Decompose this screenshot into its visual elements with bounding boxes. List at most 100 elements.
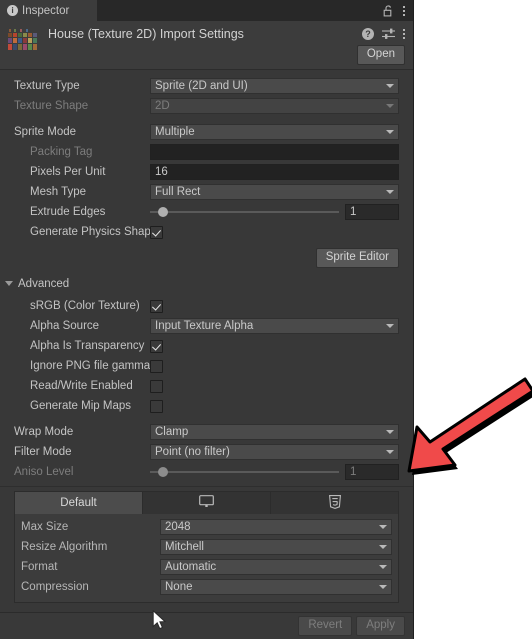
screenshot-root: i Inspector House (Texture 2D) Import Se… xyxy=(0,0,532,639)
kebab-menu-icon[interactable] xyxy=(403,5,405,16)
sprite-editor-button[interactable]: Sprite Editor xyxy=(315,248,399,269)
asset-header: House (Texture 2D) Import Settings ? Ope… xyxy=(0,21,413,70)
chevron-down-icon xyxy=(386,190,394,194)
platform-tab-standalone[interactable] xyxy=(143,492,271,515)
mesh-type-value: Full Rect xyxy=(155,186,201,198)
aniso-level-slider xyxy=(150,467,339,478)
filter-mode-dropdown[interactable]: Point (no filter) xyxy=(150,444,399,461)
row-format: Format Automatic xyxy=(15,557,398,577)
tab-inspector-label: Inspector xyxy=(22,4,70,17)
ignore-png-gamma-checkbox[interactable] xyxy=(150,359,163,373)
row-generate-physics-shape: Generate Physics Shape xyxy=(0,222,413,242)
read-write-enabled-checkbox[interactable] xyxy=(150,379,163,393)
header-actions: ? xyxy=(362,28,405,40)
label-max-size: Max Size xyxy=(21,521,69,534)
extrude-edges-slider[interactable] xyxy=(150,207,339,217)
preset-icon[interactable] xyxy=(382,28,395,40)
apply-button[interactable]: Apply xyxy=(356,615,405,637)
texture-shape-dropdown: 2D xyxy=(150,98,399,114)
slider-knob[interactable] xyxy=(158,207,169,217)
compression-value: None xyxy=(165,581,193,594)
texture-type-value: Sprite (2D and UI) xyxy=(155,80,248,92)
aniso-level-value: 1 xyxy=(350,466,357,479)
platform-tab-default-label: Default xyxy=(60,497,97,510)
label-alpha-source: Alpha Source xyxy=(30,320,100,333)
platform-tab-default[interactable]: Default xyxy=(15,492,143,515)
row-extrude-edges: Extrude Edges 1 xyxy=(0,202,413,222)
label-filter-mode: Filter Mode xyxy=(14,446,72,459)
label-read-write-enabled: Read/Write Enabled xyxy=(30,380,133,393)
label-srgb: sRGB (Color Texture) xyxy=(30,300,140,313)
extrude-edges-input[interactable]: 1 xyxy=(345,204,399,220)
mesh-type-dropdown[interactable]: Full Rect xyxy=(150,184,399,200)
pixels-per-unit-value: 16 xyxy=(155,166,168,178)
advanced-foldout[interactable]: Advanced xyxy=(0,274,413,293)
chevron-down-icon xyxy=(386,84,394,88)
label-compression: Compression xyxy=(21,581,89,594)
label-generate-mip-maps: Generate Mip Maps xyxy=(30,400,131,413)
resize-algorithm-dropdown[interactable]: Mitchell xyxy=(160,539,392,556)
footer-bar: Revert Apply xyxy=(0,612,413,639)
platform-settings-body: Max Size 2048 Resize Algorithm Mitchell xyxy=(15,514,398,602)
webgl-html5-icon xyxy=(328,494,341,512)
extrude-edges-control: 1 xyxy=(150,204,399,220)
chevron-down-icon xyxy=(379,545,387,550)
format-value: Automatic xyxy=(165,561,217,574)
row-packing-tag: Packing Tag xyxy=(0,142,413,162)
label-resize-algorithm: Resize Algorithm xyxy=(21,541,108,554)
packing-tag-input[interactable] xyxy=(150,144,399,160)
window-tab-strip: i Inspector xyxy=(0,0,413,21)
tab-inspector[interactable]: i Inspector xyxy=(0,0,97,21)
chevron-down-icon xyxy=(386,430,394,435)
sprite-mode-value: Multiple xyxy=(155,126,195,138)
srgb-checkbox[interactable] xyxy=(150,299,163,313)
label-alpha-is-transparency: Alpha Is Transparency xyxy=(30,340,145,353)
wrap-mode-dropdown[interactable]: Clamp xyxy=(150,424,399,441)
kebab-menu-icon[interactable] xyxy=(403,29,405,39)
label-extrude-edges: Extrude Edges xyxy=(30,206,106,218)
divider xyxy=(0,486,413,488)
chevron-down-icon xyxy=(379,525,387,530)
texture-thumbnail xyxy=(6,25,42,61)
label-pixels-per-unit: Pixels Per Unit xyxy=(30,166,106,178)
format-dropdown[interactable]: Automatic xyxy=(160,559,392,576)
help-icon[interactable]: ? xyxy=(362,28,374,40)
import-settings-body: Texture Type Sprite (2D and UI) Texture … xyxy=(0,70,413,604)
red-arrow-pointing-down-left xyxy=(407,377,532,475)
chevron-down-icon xyxy=(379,585,387,590)
label-ignore-png-gamma: Ignore PNG file gamma xyxy=(30,360,150,373)
open-button[interactable]: Open xyxy=(356,45,405,66)
alpha-source-dropdown[interactable]: Input Texture Alpha xyxy=(150,318,399,335)
label-aniso-level: Aniso Level xyxy=(14,466,74,479)
row-read-write-enabled: Read/Write Enabled xyxy=(0,376,413,396)
chevron-down-icon xyxy=(386,104,394,108)
sprite-mode-dropdown[interactable]: Multiple xyxy=(150,124,399,140)
slider-knob xyxy=(158,467,169,478)
pixels-per-unit-input[interactable]: 16 xyxy=(150,164,399,180)
compression-dropdown[interactable]: None xyxy=(160,579,392,596)
label-sprite-mode: Sprite Mode xyxy=(14,126,77,138)
platform-tab-webgl[interactable] xyxy=(271,492,398,515)
max-size-dropdown[interactable]: 2048 xyxy=(160,519,392,536)
row-wrap-mode: Wrap Mode Clamp xyxy=(0,422,413,442)
max-size-value: 2048 xyxy=(165,521,191,534)
row-alpha-is-transparency: Alpha Is Transparency xyxy=(0,336,413,356)
row-generate-mip-maps: Generate Mip Maps xyxy=(0,396,413,416)
generate-physics-shape-checkbox[interactable] xyxy=(150,225,163,239)
alpha-is-transparency-checkbox[interactable] xyxy=(150,339,163,353)
row-alpha-source: Alpha Source Input Texture Alpha xyxy=(0,316,413,336)
revert-button[interactable]: Revert xyxy=(298,615,353,637)
aniso-level-input: 1 xyxy=(345,464,399,481)
label-format: Format xyxy=(21,561,58,574)
texture-type-dropdown[interactable]: Sprite (2D and UI) xyxy=(150,78,399,94)
padlock-open-icon[interactable] xyxy=(383,4,394,17)
label-generate-physics-shape: Generate Physics Shape xyxy=(30,226,150,238)
advanced-title: Advanced xyxy=(18,277,70,290)
generate-mip-maps-checkbox[interactable] xyxy=(150,399,163,413)
row-mesh-type: Mesh Type Full Rect xyxy=(0,182,413,202)
label-packing-tag: Packing Tag xyxy=(30,146,93,158)
row-filter-mode: Filter Mode Point (no filter) xyxy=(0,442,413,462)
filter-mode-value: Point (no filter) xyxy=(155,446,230,459)
row-pixels-per-unit: Pixels Per Unit 16 xyxy=(0,162,413,182)
platform-tab-bar: Default xyxy=(15,492,398,515)
